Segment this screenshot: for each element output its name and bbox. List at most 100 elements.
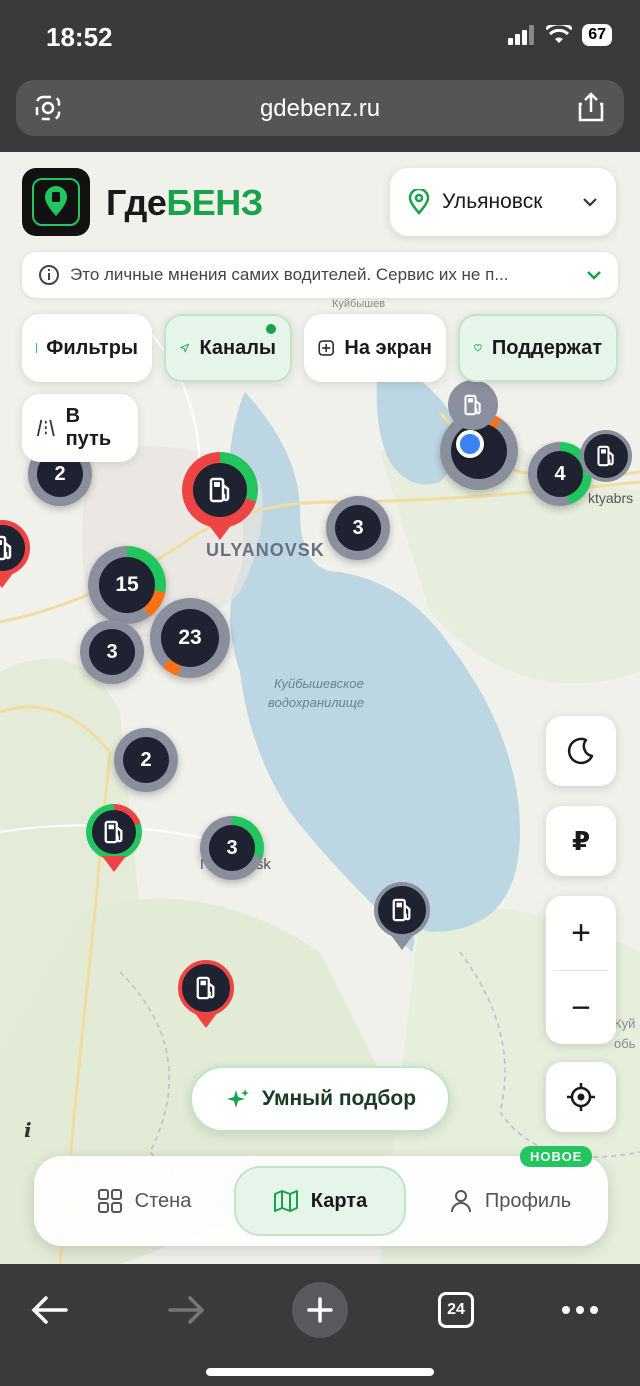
location-fuel-icon: [45, 186, 67, 216]
map-attribution-icon[interactable]: i: [24, 1118, 32, 1142]
logo-frame: [32, 178, 80, 226]
url-text[interactable]: gdebenz.ru: [16, 95, 624, 123]
cluster-count: 3: [209, 825, 255, 871]
nav-wall-label: Стена: [134, 1189, 192, 1212]
chevron-down-icon[interactable]: [586, 270, 602, 280]
map-label-kuy-right-2: обь: [614, 1036, 636, 1051]
channels-label: Каналы: [199, 336, 276, 359]
home-indicator: [206, 1368, 434, 1376]
cluster-count: 4: [537, 451, 583, 497]
new-tab-circle: [292, 1282, 348, 1338]
pin-head: [182, 452, 258, 528]
new-tab-button[interactable]: [292, 1282, 348, 1338]
status-icons: 67: [508, 24, 612, 46]
fuel-pump-icon: [104, 820, 123, 844]
bottom-navigation: Стена Карта Профиль НОВОЕ: [34, 1146, 608, 1246]
arrow-left-icon: [31, 1296, 68, 1324]
back-button[interactable]: [26, 1282, 72, 1338]
station-cluster[interactable]: 3: [200, 816, 264, 880]
pin-inner: [193, 463, 247, 517]
send-icon: [180, 343, 190, 353]
smart-pick-button[interactable]: Умный подбор: [190, 1066, 450, 1132]
fuel-pump-icon: [392, 898, 411, 922]
cluster-count: 2: [123, 737, 169, 783]
nav-map[interactable]: Карта: [234, 1166, 406, 1236]
browser-url-bar[interactable]: gdebenz.ru: [16, 80, 624, 136]
filters-label: Фильтры: [46, 336, 138, 359]
map-label-reservoir-2: водохранилище: [268, 695, 365, 710]
fuel-pump-icon: [0, 535, 12, 561]
zoom-in-button[interactable]: +: [546, 896, 616, 970]
channels-button[interactable]: Каналы: [164, 314, 292, 382]
map-icon: [273, 1190, 298, 1212]
fuel-station-pin[interactable]: [580, 430, 632, 482]
map-label-kuy-right: Куй: [614, 1016, 636, 1031]
more-menu-button[interactable]: [560, 1282, 600, 1338]
filters-button[interactable]: Фильтры: [22, 314, 152, 382]
zoom-controls: + −: [546, 896, 616, 1044]
dark-mode-button[interactable]: [546, 716, 616, 786]
nav-profile[interactable]: Профиль: [424, 1166, 596, 1236]
station-cluster[interactable]: 15: [88, 546, 166, 624]
brand-name: ГдеБЕНЗ: [106, 182, 263, 224]
fuel-station-pin[interactable]: [0, 520, 30, 588]
sparkle-icon: [226, 1089, 249, 1108]
wifi-icon: [546, 25, 573, 43]
pin-head: [178, 960, 234, 1016]
pin-tail: [102, 856, 126, 872]
cluster-count: 15: [99, 557, 155, 613]
share-icon[interactable]: [578, 92, 604, 122]
disclaimer-text: Это личные мнения самих водителей. Серви…: [70, 265, 509, 284]
chevron-down-icon: [583, 198, 597, 207]
add-to-homescreen-button[interactable]: На экран: [304, 314, 446, 382]
map-label-reservoir-1: Куйбышевское: [274, 676, 364, 691]
fuel-station-pin[interactable]: [374, 882, 430, 950]
pin-head: [580, 430, 632, 482]
app-logo[interactable]: [22, 168, 90, 236]
station-cluster[interactable]: 3: [80, 620, 144, 684]
nav-wall[interactable]: Стена: [54, 1166, 234, 1236]
nav-map-label: Карта: [310, 1189, 368, 1212]
user-location-dot: [456, 430, 484, 458]
map-label-kuybyshev: Куйбышев: [332, 298, 386, 310]
plus-icon: [307, 1297, 333, 1323]
on-screen-label: На экран: [344, 336, 432, 359]
pin-tail: [0, 572, 14, 588]
price-mode-button[interactable]: ₽: [546, 806, 616, 876]
brand-part-1: Где: [106, 182, 167, 223]
pin-tail: [390, 934, 414, 950]
route-button[interactable]: В путь: [22, 394, 138, 462]
support-button[interactable]: Поддержат: [458, 314, 618, 382]
locate-me-button[interactable]: [546, 1062, 616, 1132]
route-label: В путь: [65, 405, 112, 450]
tabs-button[interactable]: 24: [436, 1282, 476, 1338]
pin-tail: [208, 524, 232, 540]
signal-icon: [508, 25, 535, 45]
fuel-station-pin[interactable]: [448, 380, 498, 430]
user-icon: [450, 1190, 471, 1213]
fuel-station-pin[interactable]: [86, 804, 142, 872]
pin-head: [0, 520, 30, 576]
new-dot: [266, 324, 276, 334]
location-pin-icon: [408, 189, 430, 215]
pin-head: [448, 380, 498, 430]
station-cluster[interactable]: 3: [326, 496, 390, 560]
crosshair-icon: [567, 1083, 595, 1111]
station-cluster[interactable]: 23: [150, 598, 230, 678]
road-icon: [36, 419, 55, 437]
cluster-count: 3: [89, 629, 135, 675]
fuel-station-pin[interactable]: [178, 960, 234, 1028]
fuel-station-pin[interactable]: [182, 452, 258, 540]
map-label-ulyanovsk: ULYANOVSK: [206, 540, 325, 560]
disclaimer-banner[interactable]: Это личные мнения самих водителей. Серви…: [22, 252, 618, 298]
map-label-oktyabrsk: ktyabrs: [588, 490, 634, 506]
zoom-out-button[interactable]: −: [546, 971, 616, 1045]
forward-button[interactable]: [164, 1282, 210, 1338]
heart-icon: [474, 344, 482, 352]
fuel-pump-icon: [464, 394, 481, 416]
fuel-pump-icon: [209, 477, 230, 503]
city-selector[interactable]: Ульяновск: [390, 168, 616, 236]
station-cluster[interactable]: 2: [114, 728, 178, 792]
status-bar: 18:52 67: [0, 0, 640, 76]
plus-square-icon: [318, 340, 334, 356]
